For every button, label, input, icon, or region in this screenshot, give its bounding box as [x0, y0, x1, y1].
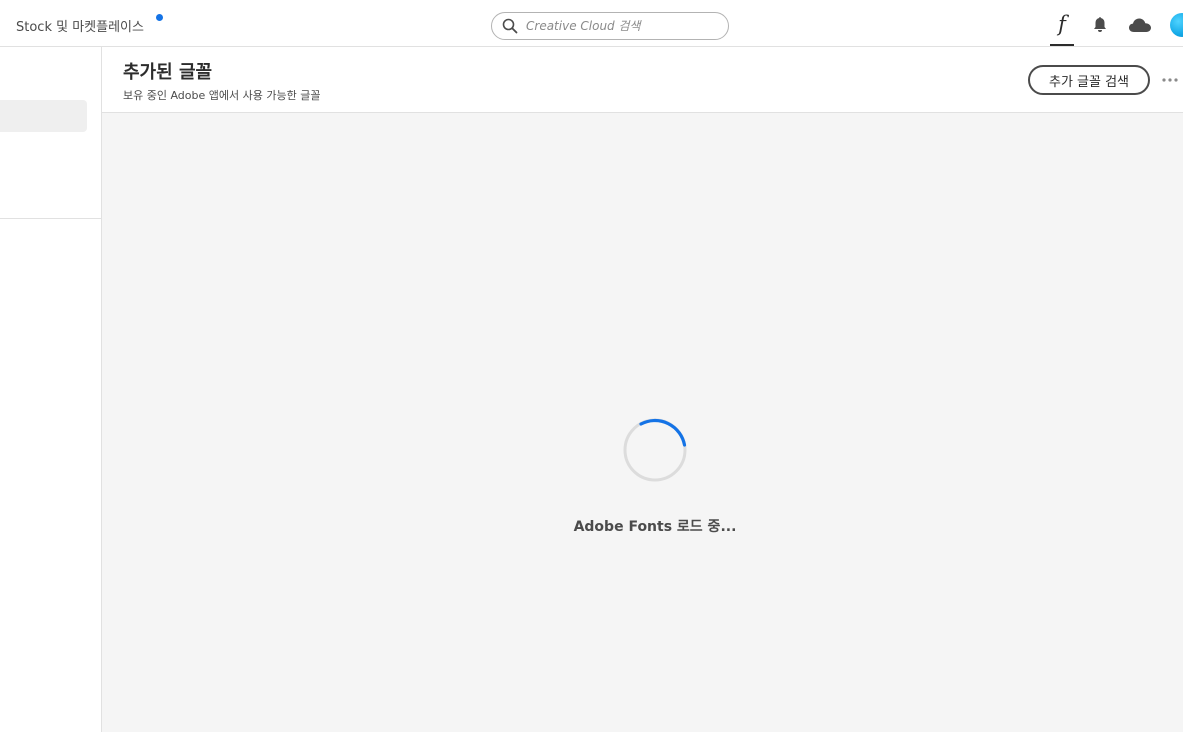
cloud-icon[interactable]	[1127, 15, 1153, 35]
more-options-icon[interactable]	[1160, 71, 1180, 89]
main-content: Adobe Fonts 로드 중...	[102, 113, 1183, 732]
notification-dot	[156, 14, 163, 21]
search-icon	[502, 18, 518, 34]
bell-icon[interactable]	[1090, 15, 1110, 35]
page-title: 추가된 글꼴	[123, 62, 213, 83]
search-box[interactable]	[491, 12, 729, 40]
fonts-active-indicator	[1050, 44, 1074, 46]
find-more-fonts-button[interactable]: 추가 글꼴 검색	[1028, 65, 1150, 95]
loading-text: Adobe Fonts 로드 중...	[573, 519, 737, 535]
content-header: 추가된 글꼴 보유 중인 Adobe 앱에서 사용 가능한 글꼴 추가 글꼴 검…	[102, 47, 1183, 113]
loading-spinner-icon	[623, 418, 687, 482]
top-bar: Stock 및 마켓플레이스 f	[0, 0, 1183, 47]
cloud-icon-shape	[1129, 18, 1151, 32]
sidebar-divider	[0, 218, 101, 219]
sidebar	[0, 47, 102, 732]
stock-marketplace-link[interactable]: Stock 및 마켓플레이스	[16, 16, 144, 35]
avatar[interactable]	[1170, 13, 1183, 37]
search-input[interactable]	[526, 16, 722, 36]
sidebar-item-selected[interactable]	[0, 100, 87, 132]
fonts-icon[interactable]: f	[1050, 8, 1074, 40]
bell-icon-shape	[1094, 17, 1106, 32]
fonts-glyph: f	[1058, 12, 1066, 36]
page-subtitle: 보유 중인 Adobe 앱에서 사용 가능한 글꼴	[123, 89, 321, 102]
